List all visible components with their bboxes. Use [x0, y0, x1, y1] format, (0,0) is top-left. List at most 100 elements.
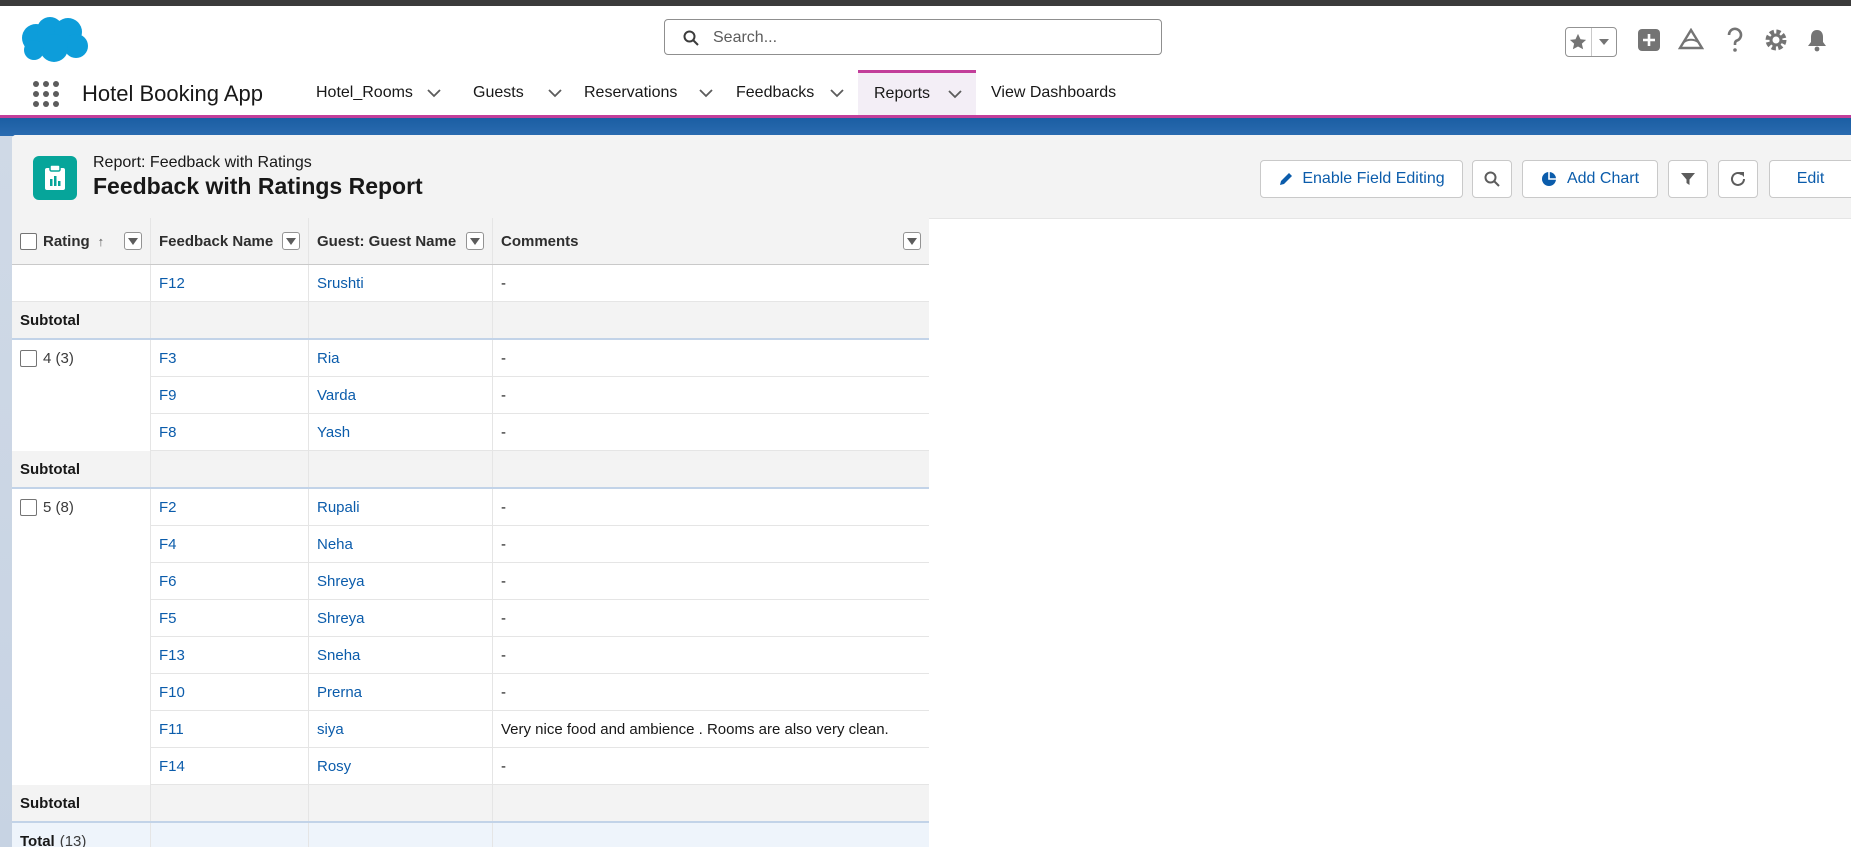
- enable-field-editing-button[interactable]: Enable Field Editing: [1260, 160, 1463, 198]
- search-icon: [1484, 171, 1500, 187]
- star-icon[interactable]: [1566, 28, 1591, 56]
- chevron-down-icon: [286, 237, 296, 245]
- search-report-button[interactable]: [1472, 160, 1512, 198]
- filter-button[interactable]: [1668, 160, 1708, 198]
- guest-name-link[interactable]: Varda: [309, 377, 493, 413]
- feedback-name-link[interactable]: F6: [151, 563, 309, 599]
- guest-name-link[interactable]: Shreya: [309, 600, 493, 636]
- plus-icon[interactable]: [1635, 26, 1663, 54]
- search-input[interactable]: [711, 26, 1145, 50]
- chevron-down-icon[interactable]: [948, 87, 962, 101]
- tab-hotel-rooms[interactable]: Hotel_Rooms: [316, 70, 441, 115]
- bell-icon[interactable]: [1803, 26, 1831, 54]
- pencil-icon: [1280, 173, 1293, 185]
- tab-feedbacks[interactable]: Feedbacks: [736, 70, 844, 115]
- tab-guests[interactable]: Guests: [473, 70, 562, 115]
- guest-name-link[interactable]: Rosy: [309, 748, 493, 784]
- comment-cell: -: [501, 349, 506, 367]
- feedback-name-link[interactable]: F13: [151, 637, 309, 673]
- global-header: [0, 6, 1851, 70]
- feedback-name-link[interactable]: F9: [151, 377, 309, 413]
- empty-cell: [493, 785, 929, 821]
- group-checkbox[interactable]: [20, 350, 37, 367]
- add-chart-button[interactable]: Add Chart: [1522, 160, 1658, 198]
- chart-icon: [1541, 172, 1556, 186]
- select-all-checkbox[interactable]: [20, 232, 37, 250]
- button-label: Enable Field Editing: [1302, 170, 1445, 187]
- guest-name-link[interactable]: Neha: [309, 526, 493, 562]
- empty-cell: [309, 302, 493, 338]
- edit-button[interactable]: Edit: [1769, 160, 1851, 198]
- column-header-rating[interactable]: Rating ↑: [12, 218, 151, 264]
- guest-name-link[interactable]: Sneha: [309, 637, 493, 673]
- column-menu-button[interactable]: [903, 232, 921, 250]
- feedback-name-link[interactable]: F2: [151, 489, 309, 525]
- report-icon: [33, 156, 77, 200]
- comment-cell: Very nice food and ambience . Rooms are …: [501, 720, 889, 738]
- sort-ascending-icon[interactable]: ↑: [98, 234, 105, 249]
- feedback-name-link[interactable]: F10: [151, 674, 309, 710]
- rating-group-cell: 5 (8): [12, 489, 151, 785]
- trailhead-icon[interactable]: [1677, 26, 1705, 54]
- tab-reservations[interactable]: Reservations: [584, 70, 714, 115]
- rating-group-cell: 4 (3): [12, 340, 151, 451]
- comment-cell: -: [501, 609, 506, 627]
- column-header-feedback-name[interactable]: Feedback Name: [151, 218, 309, 264]
- app-navigation: Hotel Booking App Hotel_Rooms Guests Res…: [0, 70, 1851, 118]
- column-header-comments[interactable]: Comments: [493, 218, 929, 264]
- empty-cell: [493, 823, 929, 847]
- chevron-down-icon[interactable]: [427, 86, 441, 100]
- chevron-down-icon[interactable]: [699, 86, 714, 100]
- feedback-name-link[interactable]: F3: [151, 340, 309, 376]
- total-label-cell: Total (13): [12, 823, 151, 847]
- column-label: Guest: Guest Name: [317, 232, 457, 250]
- column-header-guest-name[interactable]: Guest: Guest Name: [309, 218, 493, 264]
- subtotal-label: Subtotal: [12, 451, 151, 487]
- empty-cell: [151, 451, 309, 487]
- tab-label: Hotel_Rooms: [316, 83, 413, 101]
- tab-view-dashboards[interactable]: View Dashboards: [991, 70, 1116, 115]
- guest-name-link[interactable]: siya: [309, 711, 493, 747]
- guest-name-link[interactable]: Rupali: [309, 489, 493, 525]
- subtotal-label: Subtotal: [12, 302, 151, 338]
- feedback-name-link[interactable]: F4: [151, 526, 309, 562]
- group-cell: [12, 265, 151, 301]
- guest-name-link[interactable]: Srushti: [309, 265, 493, 301]
- chevron-down-icon[interactable]: [548, 86, 562, 100]
- guest-name-link[interactable]: Yash: [309, 414, 493, 450]
- guest-name-link[interactable]: Shreya: [309, 563, 493, 599]
- refresh-button[interactable]: [1718, 160, 1758, 198]
- table-row: F12 Srushti -: [12, 265, 929, 302]
- chevron-down-icon[interactable]: [830, 86, 844, 100]
- gear-icon[interactable]: [1762, 26, 1790, 54]
- help-icon[interactable]: [1721, 26, 1749, 54]
- column-menu-button[interactable]: [466, 232, 484, 250]
- tab-label: Feedbacks: [736, 83, 815, 101]
- comment-cell: -: [501, 423, 506, 441]
- tab-reports[interactable]: Reports: [858, 70, 976, 115]
- comment-cell: -: [501, 386, 506, 404]
- chevron-down-icon: [470, 237, 480, 245]
- feedback-name-link[interactable]: F14: [151, 748, 309, 784]
- app-name: Hotel Booking App: [82, 81, 264, 106]
- guest-name-link[interactable]: Prerna: [309, 674, 493, 710]
- total-label: Total: [20, 832, 55, 847]
- guest-name-link[interactable]: Ria: [309, 340, 493, 376]
- feedback-name-link[interactable]: F8: [151, 414, 309, 450]
- feedback-name-link[interactable]: F12: [151, 265, 309, 301]
- column-menu-button[interactable]: [282, 232, 300, 250]
- empty-cell: [151, 823, 309, 847]
- group-checkbox[interactable]: [20, 499, 37, 516]
- salesforce-logo[interactable]: [16, 14, 90, 66]
- feedback-name-link[interactable]: F5: [151, 600, 309, 636]
- empty-cell: [309, 451, 493, 487]
- chevron-down-icon[interactable]: [1590, 28, 1617, 56]
- global-search[interactable]: [664, 19, 1162, 55]
- app-launcher-icon[interactable]: [32, 80, 60, 108]
- feedback-name-link[interactable]: F11: [151, 711, 309, 747]
- column-menu-button[interactable]: [124, 232, 142, 250]
- comment-cell: -: [501, 757, 506, 775]
- button-label: Edit: [1796, 170, 1825, 187]
- empty-cell: [493, 451, 929, 487]
- favorites-group[interactable]: [1565, 27, 1617, 57]
